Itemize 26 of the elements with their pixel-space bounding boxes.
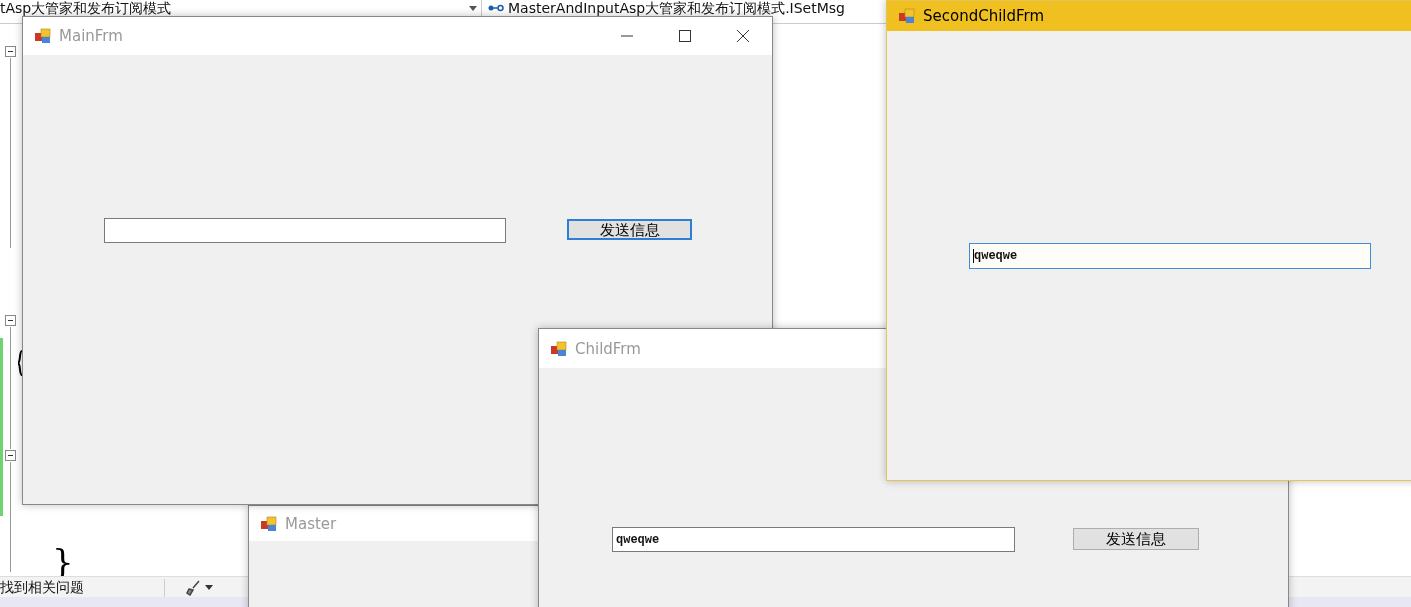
caret-icon	[205, 585, 213, 590]
caret-icon	[469, 5, 477, 11]
navigation-dropdown[interactable]: MasterAndInputAsp大管家和发布订阅模式.ISetMsg	[482, 0, 884, 16]
cleanup-button[interactable]	[185, 579, 213, 596]
window-icon	[551, 340, 567, 357]
status-text: 找到相关问题	[0, 578, 165, 597]
send-button[interactable]: 发送信息	[1073, 528, 1199, 550]
brush-icon	[185, 579, 201, 596]
window-title: SecondChildFrm	[923, 7, 1045, 25]
window-title: Master	[285, 514, 337, 533]
collapse-icon[interactable]	[5, 46, 16, 57]
text-field[interactable]	[104, 218, 506, 243]
collapse-icon[interactable]	[5, 450, 16, 461]
text-field[interactable]: qweqwe	[969, 243, 1371, 269]
brace-drawing	[18, 350, 22, 376]
close-icon	[737, 30, 749, 42]
text-field[interactable]: qweqwe	[612, 527, 1015, 552]
send-button[interactable]: 发送信息	[567, 219, 692, 240]
collapse-icon[interactable]	[5, 315, 16, 326]
window-icon	[35, 28, 51, 44]
window-title: ChildFrm	[575, 339, 641, 358]
interface-icon	[488, 3, 504, 13]
window-icon	[261, 515, 277, 532]
maximize-icon	[679, 30, 691, 42]
window-title: MainFrm	[59, 27, 123, 45]
window-icon	[899, 8, 915, 24]
